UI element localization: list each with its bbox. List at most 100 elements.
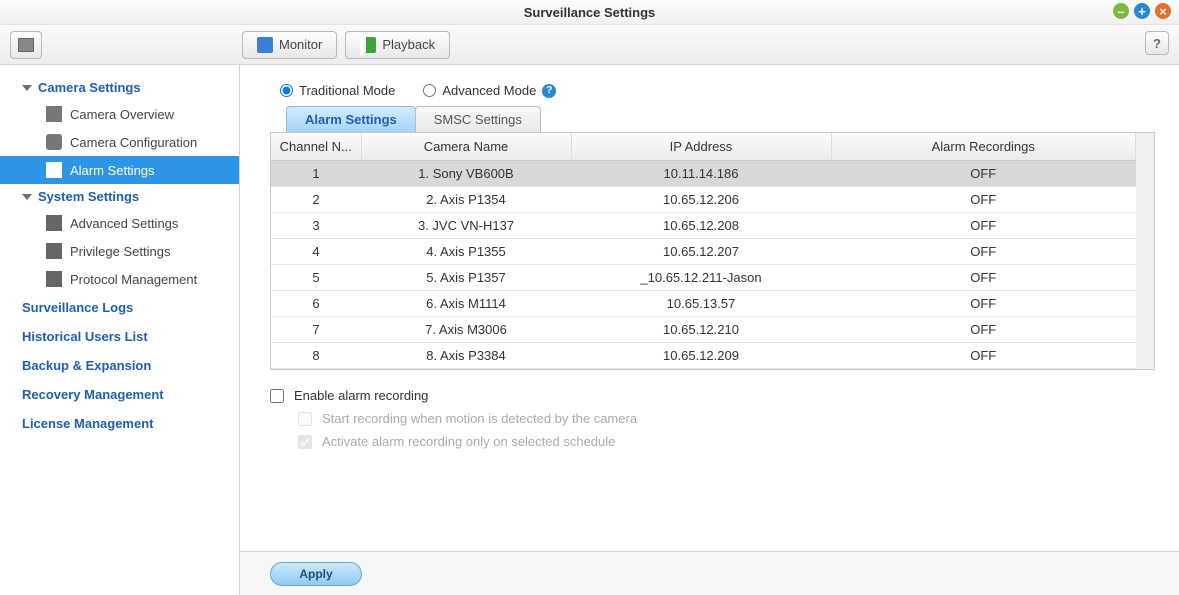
playback-button[interactable]: Playback xyxy=(345,31,450,59)
cell-alarm: OFF xyxy=(831,343,1136,369)
advanced-mode-radio[interactable]: Advanced Mode ? xyxy=(423,83,556,98)
minimize-icon[interactable]: – xyxy=(1113,3,1129,19)
system-settings-label: System Settings xyxy=(38,189,139,204)
cell-alarm: OFF xyxy=(831,317,1136,343)
sidebar-item-alarm-settings[interactable]: Alarm Settings xyxy=(0,156,239,184)
col-camera-name[interactable]: Camera Name xyxy=(361,133,571,161)
motion-recording-label: Start recording when motion is detected … xyxy=(322,411,637,426)
cell-ch: 5 xyxy=(271,265,361,291)
cell-alarm: OFF xyxy=(831,213,1136,239)
mode-row: Traditional Mode Advanced Mode ? xyxy=(280,83,1155,98)
table-row[interactable]: 55. Axis P1357_10.65.12.211-JasonOFF xyxy=(271,265,1136,291)
sidebar: Camera Settings Camera Overview Camera C… xyxy=(0,65,240,595)
help-icon[interactable]: ? xyxy=(542,84,556,98)
window-title: Surveillance Settings xyxy=(524,5,656,20)
list-icon xyxy=(46,106,62,122)
cell-alarm: OFF xyxy=(831,265,1136,291)
toolbar: Monitor Playback ? xyxy=(0,25,1179,65)
sidebar-link-recovery-management[interactable]: Recovery Management xyxy=(0,380,239,409)
table-row[interactable]: 11. Sony VB600B10.11.14.186OFF xyxy=(271,161,1136,187)
cell-name: 4. Axis P1355 xyxy=(361,239,571,265)
cell-ch: 7 xyxy=(271,317,361,343)
sidebar-item-label: Privilege Settings xyxy=(70,244,170,259)
sidebar-link-backup-expansion[interactable]: Backup & Expansion xyxy=(0,351,239,380)
tab-smsc-settings[interactable]: SMSC Settings xyxy=(415,106,541,132)
network-icon xyxy=(46,271,62,287)
col-ip-address[interactable]: IP Address xyxy=(571,133,831,161)
options-group: Enable alarm recording Start recording w… xyxy=(270,384,1155,453)
cell-ch: 6 xyxy=(271,291,361,317)
sidebar-item-advanced-settings[interactable]: Advanced Settings xyxy=(0,209,239,237)
table-row[interactable]: 22. Axis P135410.65.12.206OFF xyxy=(271,187,1136,213)
chevron-down-icon xyxy=(22,85,32,91)
footer-bar: Apply xyxy=(240,551,1179,595)
sidebar-item-protocol-management[interactable]: Protocol Management xyxy=(0,265,239,293)
alarm-icon xyxy=(46,162,62,178)
cell-name: 6. Axis M1114 xyxy=(361,291,571,317)
cell-ip: 10.65.12.208 xyxy=(571,213,831,239)
apply-button[interactable]: Apply xyxy=(270,562,362,586)
motion-recording-checkbox xyxy=(298,412,312,426)
window-buttons: – + × xyxy=(1113,3,1171,19)
sidebar-heading-camera[interactable]: Camera Settings xyxy=(0,75,239,100)
monitor-button[interactable]: Monitor xyxy=(242,31,337,59)
sidebar-link-historical-users[interactable]: Historical Users List xyxy=(0,322,239,351)
wrench-icon xyxy=(46,215,62,231)
panel-icon xyxy=(18,38,34,52)
cell-ch: 4 xyxy=(271,239,361,265)
monitor-icon xyxy=(257,37,273,53)
table-row[interactable]: 33. JVC VN-H13710.65.12.208OFF xyxy=(271,213,1136,239)
cell-alarm: OFF xyxy=(831,161,1136,187)
traditional-radio-input[interactable] xyxy=(280,84,293,97)
sidebar-item-camera-overview[interactable]: Camera Overview xyxy=(0,100,239,128)
cell-name: 1. Sony VB600B xyxy=(361,161,571,187)
traditional-label: Traditional Mode xyxy=(299,83,395,98)
playback-icon xyxy=(360,37,376,53)
cell-ip: 10.65.12.207 xyxy=(571,239,831,265)
enable-alarm-checkbox[interactable] xyxy=(270,389,284,403)
sidebar-item-camera-configuration[interactable]: Camera Configuration xyxy=(0,128,239,156)
help-button[interactable]: ? xyxy=(1145,31,1169,55)
cell-ip: 10.65.12.209 xyxy=(571,343,831,369)
table-row[interactable]: 77. Axis M300610.65.12.210OFF xyxy=(271,317,1136,343)
schedule-recording-row: Activate alarm recording only on selecte… xyxy=(298,430,1155,453)
close-icon[interactable]: × xyxy=(1155,3,1171,19)
cell-alarm: OFF xyxy=(831,187,1136,213)
col-alarm-recordings[interactable]: Alarm Recordings xyxy=(831,133,1136,161)
table-row[interactable]: 44. Axis P135510.65.12.207OFF xyxy=(271,239,1136,265)
cell-ch: 2 xyxy=(271,187,361,213)
main-panel: Traditional Mode Advanced Mode ? Alarm S… xyxy=(240,65,1179,595)
cell-name: 2. Axis P1354 xyxy=(361,187,571,213)
table-row[interactable]: 66. Axis M111410.65.13.57OFF xyxy=(271,291,1136,317)
cell-ch: 3 xyxy=(271,213,361,239)
tab-bar: Alarm Settings SMSC Settings xyxy=(286,106,1155,132)
sidebar-link-license-management[interactable]: License Management xyxy=(0,409,239,438)
schedule-recording-label: Activate alarm recording only on selecte… xyxy=(322,434,615,449)
tab-alarm-settings[interactable]: Alarm Settings xyxy=(286,106,416,132)
sidebar-link-surveillance-logs[interactable]: Surveillance Logs xyxy=(0,293,239,322)
cell-alarm: OFF xyxy=(831,239,1136,265)
panel-toggle-button[interactable] xyxy=(10,31,42,59)
sidebar-item-privilege-settings[interactable]: Privilege Settings xyxy=(0,237,239,265)
cell-ch: 8 xyxy=(271,343,361,369)
sidebar-item-label: Camera Configuration xyxy=(70,135,197,150)
cell-alarm: OFF xyxy=(831,291,1136,317)
sidebar-item-label: Protocol Management xyxy=(70,272,197,287)
enable-alarm-label: Enable alarm recording xyxy=(294,388,428,403)
traditional-mode-radio[interactable]: Traditional Mode xyxy=(280,83,395,98)
cell-name: 3. JVC VN-H137 xyxy=(361,213,571,239)
cell-name: 8. Axis P3384 xyxy=(361,343,571,369)
col-channel[interactable]: Channel N... xyxy=(271,133,361,161)
cell-ip: 10.11.14.186 xyxy=(571,161,831,187)
table-row[interactable]: 88. Axis P338410.65.12.209OFF xyxy=(271,343,1136,369)
sidebar-heading-system[interactable]: System Settings xyxy=(0,184,239,209)
title-bar: Surveillance Settings – + × xyxy=(0,0,1179,25)
cell-ch: 1 xyxy=(271,161,361,187)
playback-label: Playback xyxy=(382,37,435,52)
enable-alarm-recording-row[interactable]: Enable alarm recording xyxy=(270,384,1155,407)
cell-ip: _10.65.12.211-Jason xyxy=(571,265,831,291)
sidebar-item-label: Alarm Settings xyxy=(70,163,155,178)
camera-settings-label: Camera Settings xyxy=(38,80,141,95)
expand-icon[interactable]: + xyxy=(1134,3,1150,19)
advanced-radio-input[interactable] xyxy=(423,84,436,97)
